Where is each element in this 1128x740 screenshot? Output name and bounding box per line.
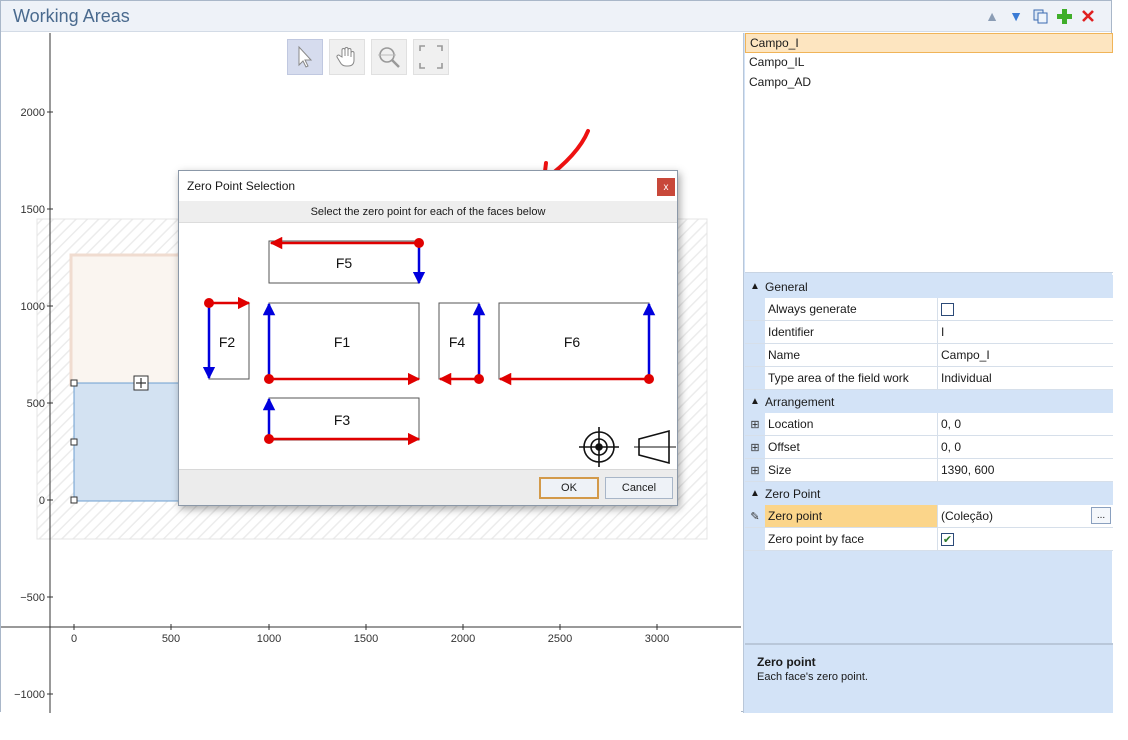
prop-identifier: Identifier I: [745, 321, 1113, 344]
face-f3-label: F3: [334, 412, 351, 428]
identifier-value[interactable]: I: [938, 321, 1113, 343]
area-outline: [69, 253, 193, 387]
y-tick-label: 2000: [21, 107, 45, 119]
prop-type-area: Type area of the field work Individual: [745, 367, 1113, 390]
hand-icon[interactable]: [329, 39, 365, 75]
zoom-icon[interactable]: [371, 39, 407, 75]
dialog-title: Zero Point Selection: [187, 179, 296, 193]
list-item[interactable]: Campo_I: [745, 33, 1113, 53]
expand-icon[interactable]: ⊞: [745, 436, 765, 458]
y-tick-label: −500: [20, 592, 45, 604]
y-tick-label: 1000: [21, 301, 45, 313]
copy-icon[interactable]: [1031, 7, 1049, 25]
dialog-instruction: Select the zero point for each of the fa…: [179, 201, 677, 223]
cancel-button[interactable]: Cancel: [605, 477, 673, 499]
prop-name: Name Campo_I: [745, 344, 1113, 367]
delete-icon[interactable]: [1079, 7, 1097, 25]
prop-location: ⊞ Location 0, 0: [745, 413, 1113, 436]
move-down-icon[interactable]: ▼: [1007, 7, 1025, 25]
add-icon[interactable]: [1055, 7, 1073, 25]
property-grid: ▲ General Always generate Identifier I Nam…: [745, 275, 1113, 551]
offset-value[interactable]: 0, 0: [938, 436, 1113, 458]
faces-diagram: F5 F2 F1 F4 F6 F3: [202, 236, 676, 467]
expand-icon[interactable]: ⊞: [745, 459, 765, 481]
description-text: Each face's zero point.: [757, 671, 868, 683]
face-f2-label: F2: [219, 334, 236, 350]
always-generate-checkbox[interactable]: [941, 302, 954, 316]
zero-point-dialog: Zero Point Selection x Select the zero p…: [178, 170, 678, 506]
title-bar: Working Areas ▲ ▼: [1, 1, 1111, 32]
working-areas-list: Campo_I Campo_IL Campo_AD: [745, 33, 1113, 273]
x-tick-label: 500: [162, 633, 180, 645]
y-tick-label: 0: [39, 495, 45, 507]
zero-point-value: (Coleção): [941, 509, 994, 523]
collapse-icon[interactable]: ▲: [745, 281, 765, 292]
y-tick-label: 1500: [21, 204, 45, 216]
target-symbol-icon: [579, 427, 619, 467]
name-value[interactable]: Campo_I: [938, 344, 1113, 366]
prop-always-generate: Always generate: [745, 298, 1113, 321]
prop-offset: ⊞ Offset 0, 0: [745, 436, 1113, 459]
prop-size: ⊞ Size 1390, 600: [745, 459, 1113, 482]
category-arrangement[interactable]: ▲ Arrangement: [745, 390, 1113, 413]
ok-button[interactable]: OK: [539, 477, 599, 499]
size-value[interactable]: 1390, 600: [938, 459, 1113, 481]
y-tick-label: −1000: [14, 689, 45, 701]
type-area-value[interactable]: Individual: [938, 367, 1113, 389]
face-f5-label: F5: [336, 255, 353, 271]
list-item[interactable]: Campo_IL: [745, 53, 1113, 73]
projection-symbol-icon: [634, 429, 676, 465]
dialog-title-bar: Zero Point Selection x: [179, 171, 677, 201]
x-tick-label: 2000: [451, 633, 475, 645]
dialog-footer: OK Cancel: [179, 469, 677, 505]
description-panel: Zero point Each face's zero point.: [745, 643, 1113, 713]
expand-icon[interactable]: ⊞: [745, 413, 765, 435]
prop-zero-point: ✎ Zero point (Coleção)...: [745, 505, 1113, 528]
properties-panel: Campo_I Campo_IL Campo_AD ▲ General Alway…: [743, 33, 1113, 713]
title-toolbar: ▲ ▼: [983, 7, 1097, 25]
x-tick-label: 3000: [645, 633, 669, 645]
window-title: Working Areas: [13, 6, 130, 26]
description-title: Zero point: [757, 655, 816, 669]
move-up-icon[interactable]: ▲: [983, 7, 1001, 25]
prop-zero-point-by-face: Zero point by face ✔: [745, 528, 1113, 551]
collapse-icon[interactable]: ▲: [745, 396, 765, 407]
face-f6-label: F6: [564, 334, 581, 350]
location-value[interactable]: 0, 0: [938, 413, 1113, 435]
close-button[interactable]: x: [657, 178, 675, 196]
fit-icon[interactable]: [413, 39, 449, 75]
y-tick-label: 500: [27, 398, 45, 410]
face-f4-label: F4: [449, 334, 466, 350]
pointer-icon[interactable]: [287, 39, 323, 75]
collapse-icon[interactable]: ▲: [745, 488, 765, 499]
x-tick-label: 1000: [257, 633, 281, 645]
x-tick-label: 0: [71, 633, 77, 645]
x-tick-label: 1500: [354, 633, 378, 645]
edit-pencil-icon: ✎: [745, 505, 765, 527]
zero-point-by-face-checkbox[interactable]: ✔: [941, 532, 954, 546]
list-item[interactable]: Campo_AD: [745, 73, 1113, 93]
ellipsis-button[interactable]: ...: [1091, 507, 1111, 524]
x-tick-label: 2500: [548, 633, 572, 645]
category-general[interactable]: ▲ General: [745, 275, 1113, 298]
face-f1-label: F1: [334, 334, 351, 350]
canvas-tools: [287, 39, 449, 75]
category-zero-point[interactable]: ▲ Zero Point: [745, 482, 1113, 505]
